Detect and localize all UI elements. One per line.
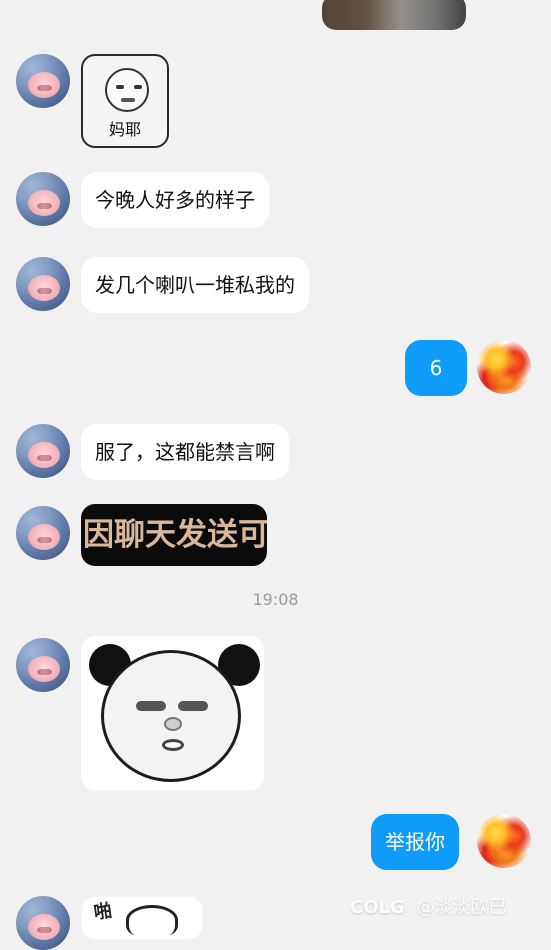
chat-screen: 妈耶 今晚人好多的样子 发几个喇叭一堆私我的 6 服了，这都能禁言啊 因聊天发送… xyxy=(0,0,551,950)
avatar-left[interactable] xyxy=(16,54,70,108)
avatar-left[interactable] xyxy=(16,638,70,692)
pig-avatar-icon xyxy=(16,172,70,226)
sticker-message-partial[interactable]: 啪 xyxy=(81,896,203,940)
avatar-left[interactable] xyxy=(16,424,70,478)
panda-sticker-message[interactable] xyxy=(81,636,264,790)
pig-avatar-icon xyxy=(16,896,70,950)
avatar-right[interactable] xyxy=(477,814,531,868)
avatar-right[interactable] xyxy=(477,340,531,394)
watermark-handle: @淡淡欧巴 xyxy=(416,897,507,918)
timestamp: 19:08 xyxy=(252,590,299,609)
sticker-caption: 妈耶 xyxy=(108,120,141,139)
message-bubble-left[interactable]: 服了，这都能禁言啊 xyxy=(81,424,289,480)
image-overlay-text: 因聊天发送可 xyxy=(83,517,267,553)
panda-nose-icon xyxy=(164,717,182,731)
watermark-logo: COLG xyxy=(350,897,405,918)
pig-avatar-icon xyxy=(16,506,70,560)
panda-mouth-icon xyxy=(162,739,184,751)
sticker-text: 啪 xyxy=(92,900,114,924)
meme-face-icon xyxy=(105,68,149,112)
pig-avatar-icon xyxy=(16,638,70,692)
message-bubble-left[interactable]: 发几个喇叭一堆私我的 xyxy=(81,257,309,313)
avatar-left[interactable] xyxy=(16,506,70,560)
avatar-left[interactable] xyxy=(16,257,70,311)
image-message-partial[interactable] xyxy=(322,0,466,30)
image-message[interactable]: 因聊天发送可 xyxy=(81,504,267,566)
maple-leaf-avatar-icon xyxy=(477,340,531,394)
message-bubble-right[interactable]: 举报你 xyxy=(371,814,459,870)
sticker-message[interactable]: 妈耶 xyxy=(81,54,169,148)
avatar-left[interactable] xyxy=(16,896,70,950)
message-bubble-left[interactable]: 今晚人好多的样子 xyxy=(81,172,269,228)
panda-eye-icon xyxy=(136,701,166,711)
maple-leaf-avatar-icon xyxy=(477,814,531,868)
message-bubble-right[interactable]: 6 xyxy=(405,340,467,396)
pig-avatar-icon xyxy=(16,54,70,108)
pig-avatar-icon xyxy=(16,257,70,311)
avatar-left[interactable] xyxy=(16,172,70,226)
bear-face-icon xyxy=(126,905,178,935)
panda-face-icon xyxy=(101,650,241,782)
pig-avatar-icon xyxy=(16,424,70,478)
panda-eye-icon xyxy=(178,701,208,711)
watermark: COLG @淡淡欧巴 xyxy=(350,893,540,921)
